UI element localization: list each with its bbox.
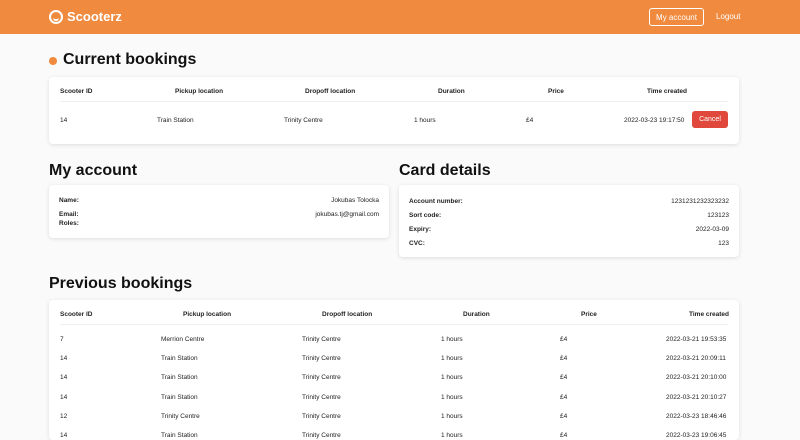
cell: 2022-03-21 20:09:11 — [666, 355, 726, 363]
cell: 14 — [60, 117, 68, 124]
my-account-title: My account — [49, 162, 138, 179]
cell: £4 — [560, 336, 568, 343]
cvc-label: CVC: — [409, 240, 425, 247]
col-dropoff: Dropoff location — [322, 311, 373, 318]
name-label: Name: — [59, 197, 79, 204]
col-dropoff: Dropoff location — [305, 88, 356, 95]
brand-name: Scooterz — [67, 9, 122, 24]
cell: 14 — [60, 393, 68, 401]
account-card: Name: Jokubas Tolocka Email: jokubas.tj@… — [49, 185, 389, 238]
logout-link[interactable]: Logout — [716, 12, 740, 21]
cell: 1 hours — [441, 336, 463, 343]
previous-bookings-title: Previous bookings — [49, 275, 193, 292]
cell: 1 hours — [441, 374, 463, 382]
smiley-logo-icon — [49, 9, 63, 24]
my-account-button[interactable]: My account — [649, 8, 704, 26]
cell: £4 — [560, 432, 568, 439]
previous-bookings-table: Scooter ID Pickup location Dropoff locat… — [49, 300, 739, 440]
cell: Trinity Centre — [302, 432, 341, 439]
email-label: Email: — [59, 211, 79, 218]
cell: 14 — [60, 374, 68, 382]
cell: 1 hours — [441, 432, 463, 439]
cell: 1 hours — [441, 355, 463, 363]
cell: Train Station — [157, 117, 194, 124]
sort-code-value: 123123 — [707, 212, 729, 219]
cell: Trinity Centre — [302, 336, 341, 343]
header-divider — [60, 101, 728, 102]
cell: 1 hours — [441, 393, 463, 401]
cell: £4 — [526, 117, 534, 124]
cell: 1 hours — [414, 117, 436, 124]
account-number-value: 1231231232323232 — [671, 198, 729, 205]
col-pickup: Pickup location — [175, 88, 224, 95]
card-details-title: Card details — [399, 162, 491, 179]
cvc-value: 123 — [718, 240, 729, 247]
cell: 14 — [60, 432, 68, 439]
cell: Train Station — [161, 393, 198, 401]
roles-label: Roles: — [59, 220, 79, 227]
col-time-created: Time created — [689, 311, 729, 318]
account-number-label: Account number: — [409, 198, 463, 205]
cell: Trinity Centre — [284, 117, 323, 124]
cell: 2022-03-21 20:10:27 — [666, 393, 727, 401]
cell: 2022-03-23 18:46:46 — [666, 412, 727, 420]
cell: 14 — [60, 355, 68, 363]
col-pickup: Pickup location — [183, 311, 232, 318]
cell: Trinity Centre — [302, 393, 341, 401]
col-time-created: Time created — [647, 88, 687, 95]
cell: Trinity Centre — [302, 355, 341, 363]
cell: 12 — [60, 412, 68, 420]
cell: 2022-03-23 19:06:45 — [666, 432, 727, 439]
expiry-value: 2022-03-09 — [695, 226, 729, 233]
col-scooter-id: Scooter ID — [60, 311, 93, 318]
cell: Trinity Centre — [161, 412, 200, 420]
cell: Trinity Centre — [302, 412, 341, 420]
cell: £4 — [560, 355, 568, 363]
col-duration: Duration — [463, 311, 490, 318]
cell: 2022-03-21 20:10:00 — [666, 374, 727, 382]
current-bookings-title: Current bookings — [63, 51, 197, 68]
col-price: Price — [548, 88, 564, 95]
section-bullet-icon — [49, 57, 57, 65]
expiry-label: Expiry: — [409, 226, 432, 233]
col-price: Price — [581, 311, 597, 318]
cell: 1 hours — [441, 412, 463, 420]
email-value: jokubas.tj@gmail.com — [315, 211, 379, 218]
current-bookings-table: Scooter ID Pickup location Dropoff locat… — [49, 77, 739, 144]
cancel-button[interactable]: Cancel — [692, 111, 728, 128]
cell: Trinity Centre — [302, 374, 341, 382]
cell: Train Station — [161, 374, 198, 382]
brand-logo[interactable]: Scooterz — [49, 9, 122, 24]
name-value: Jokubas Tolocka — [331, 197, 379, 204]
cell: £4 — [560, 393, 568, 401]
col-scooter-id: Scooter ID — [60, 88, 93, 95]
cell: Train Station — [161, 432, 198, 439]
header-divider — [60, 324, 728, 325]
cell: 7 — [60, 336, 64, 343]
sort-code-label: Sort code: — [409, 212, 442, 219]
card-details-card: Account number: 1231231232323232 Sort co… — [399, 185, 739, 257]
cell: 2022-03-23 19:17:50 — [624, 117, 685, 124]
cell: 2022-03-21 19:53:35 — [666, 336, 727, 343]
col-duration: Duration — [438, 88, 465, 95]
cell: £4 — [560, 374, 568, 382]
cell: Train Station — [161, 355, 198, 363]
cell: £4 — [560, 412, 568, 420]
top-navbar: Scooterz My account Logout — [0, 0, 800, 34]
cell: Merrion Centre — [161, 336, 205, 343]
